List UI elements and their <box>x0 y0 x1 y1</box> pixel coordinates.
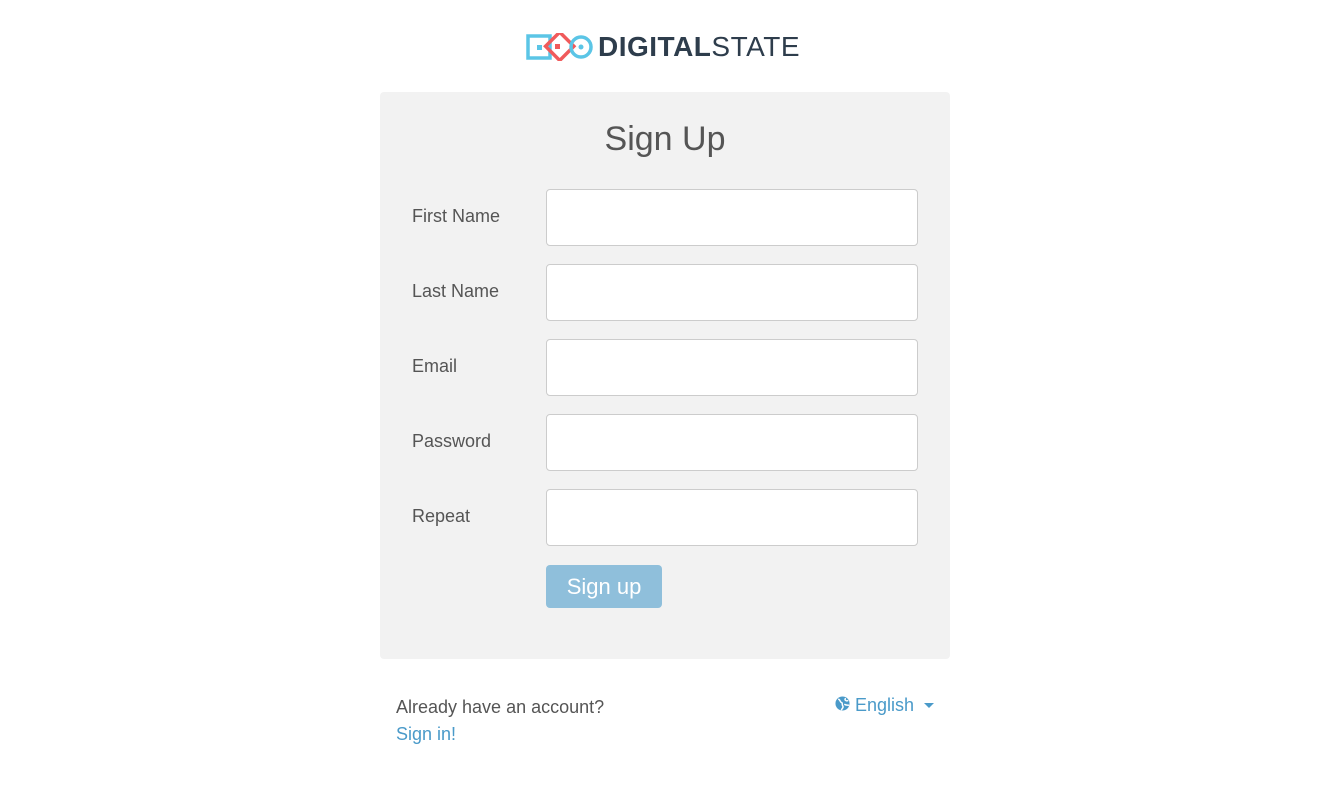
logo-wordmark-bold: DIGITAL <box>598 31 712 62</box>
signup-card: Sign Up First Name Last Name Email Passw… <box>380 92 950 659</box>
signup-page: DIGITALSTATE Sign Up First Name Last Nam… <box>0 0 1329 803</box>
email-input[interactable] <box>546 339 918 396</box>
sign-up-button[interactable]: Sign up <box>546 565 662 608</box>
repeat-password-row: Repeat <box>412 489 918 546</box>
email-row: Email <box>412 339 918 396</box>
last-name-input[interactable] <box>546 264 918 321</box>
password-input[interactable] <box>546 414 918 471</box>
first-name-label: First Name <box>412 206 501 226</box>
password-label: Password <box>412 431 492 451</box>
sign-in-link[interactable]: Sign in! <box>396 721 604 748</box>
logo-wordmark: DIGITALSTATE <box>598 32 800 62</box>
language-selector[interactable]: English <box>835 694 935 716</box>
logo-wordmark-light: STATE <box>711 31 800 62</box>
first-name-row: First Name <box>412 189 918 246</box>
last-name-label: Last Name <box>412 281 500 301</box>
repeat-password-input[interactable] <box>546 489 918 546</box>
password-row: Password <box>412 414 918 471</box>
logo-mark-icon <box>526 33 593 61</box>
signin-prompt: Already have an account? Sign in! <box>396 694 604 748</box>
email-label: Email <box>412 356 458 376</box>
globe-icon <box>835 694 850 716</box>
repeat-password-label: Repeat <box>412 506 471 526</box>
already-have-account-text: Already have an account? <box>396 697 605 717</box>
last-name-row: Last Name <box>412 264 918 321</box>
caret-down-icon <box>924 702 935 708</box>
first-name-input[interactable] <box>546 189 918 246</box>
language-selected-label: English <box>855 695 915 715</box>
digitalstate-logo: DIGITALSTATE <box>526 32 800 62</box>
form-title: Sign Up <box>604 120 726 158</box>
